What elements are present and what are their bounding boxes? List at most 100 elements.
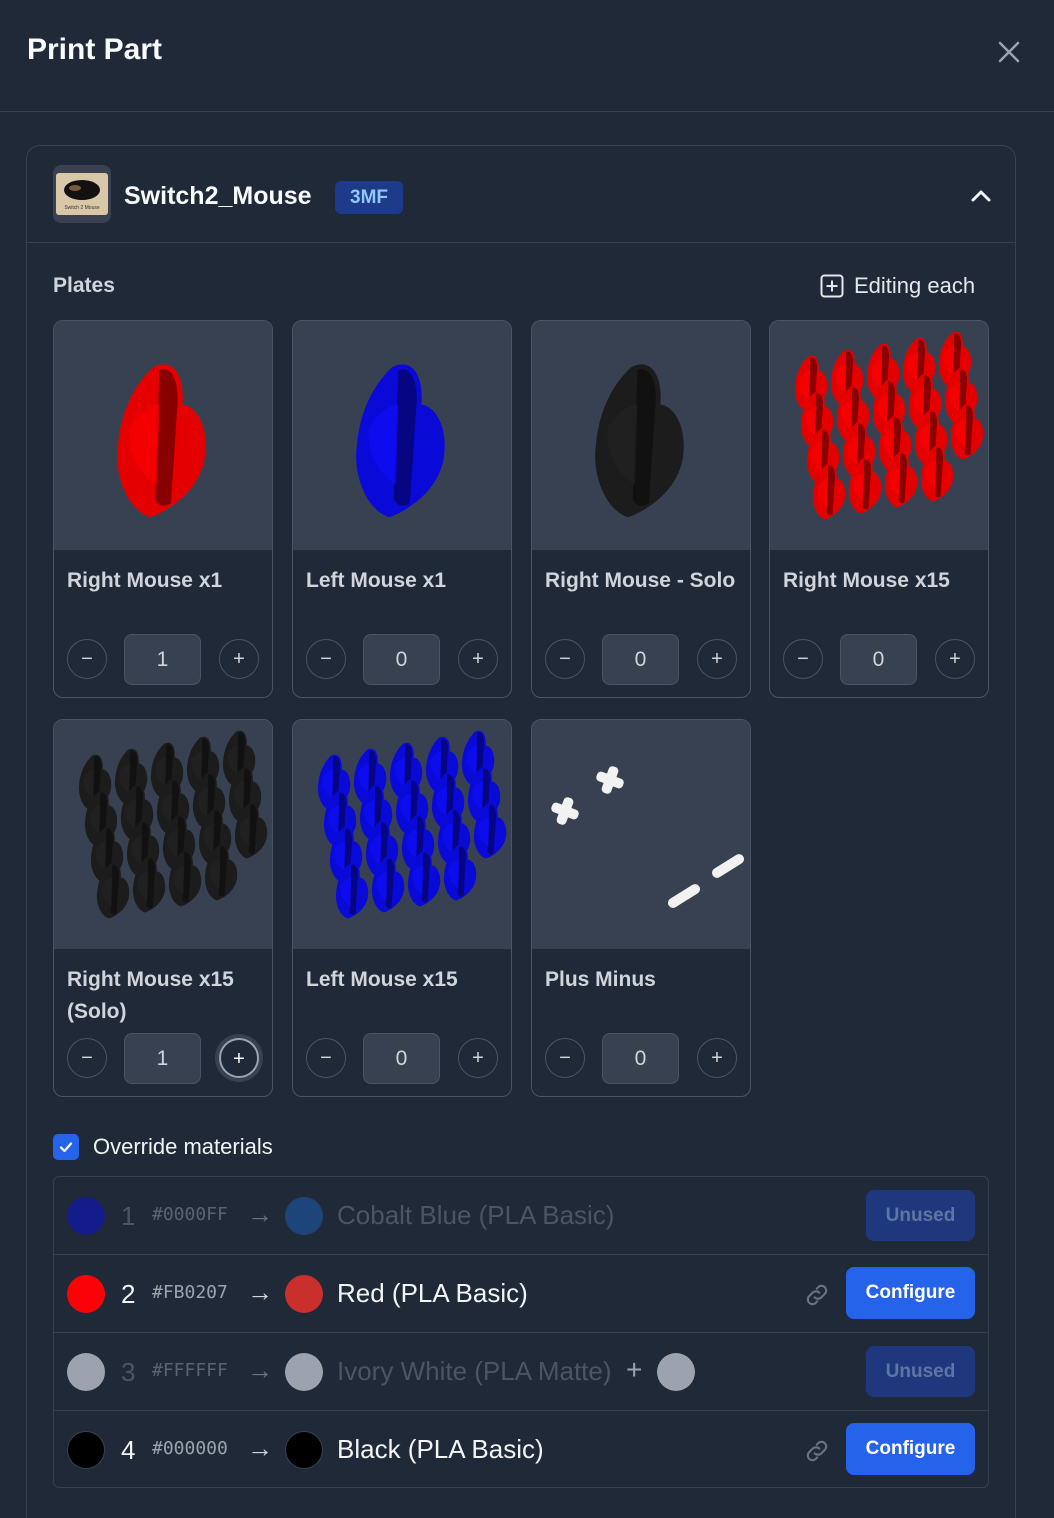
material-row: 2 #FB0207 → Red (PLA Basic) Configure xyxy=(54,1255,988,1333)
plate-card[interactable]: Right Mouse x15 (Solo) − 1 + xyxy=(53,719,273,1097)
plate-card[interactable]: Left Mouse x15 − 0 + xyxy=(292,719,512,1097)
plate-name: Right Mouse x15 (Solo) xyxy=(67,968,234,1023)
plate-name: Left Mouse x1 xyxy=(306,569,447,592)
quantity-input[interactable]: 0 xyxy=(602,1033,679,1084)
plus-square-icon xyxy=(820,274,844,298)
part-thumbnail: Switch 2 Mouse xyxy=(53,165,111,223)
increment-button[interactable]: + xyxy=(697,639,737,679)
material-name: Black (PLA Basic) xyxy=(337,1434,544,1464)
quantity-input[interactable]: 1 xyxy=(124,1033,201,1084)
dialog-header: Print Part xyxy=(0,0,1054,112)
increment-button[interactable]: + xyxy=(935,639,975,679)
thumbnail-caption: Switch 2 Mouse xyxy=(64,205,100,211)
model-mesh xyxy=(356,364,445,518)
material-name: Ivory White (PLA Matte) xyxy=(337,1356,612,1386)
configure-button[interactable]: Configure xyxy=(846,1267,975,1319)
arrow-right-icon: → xyxy=(247,1199,273,1229)
arrow-right-icon: → xyxy=(247,1355,273,1385)
plate-preview xyxy=(54,720,272,949)
plate-name: Plus Minus xyxy=(545,968,656,991)
target-color-swatch xyxy=(285,1197,323,1235)
material-index: 1 xyxy=(121,1201,136,1231)
chevron-up-icon[interactable] xyxy=(967,182,995,210)
material-hex: #000000 xyxy=(152,1438,228,1459)
decrement-button[interactable]: − xyxy=(545,1038,585,1078)
increment-button[interactable]: + xyxy=(219,639,259,679)
override-checkbox[interactable] xyxy=(53,1134,79,1160)
material-name: Red (PLA Basic) xyxy=(337,1278,528,1308)
format-badge: 3MF xyxy=(335,181,403,214)
plate-card[interactable]: Left Mouse x1 − 0 + xyxy=(292,320,512,698)
quantity-input[interactable]: 0 xyxy=(840,634,917,685)
quantity-input[interactable]: 1 xyxy=(124,634,201,685)
decrement-button[interactable]: − xyxy=(67,639,107,679)
plate-name: Right Mouse x1 xyxy=(67,569,223,592)
material-index: 2 xyxy=(121,1279,136,1309)
unused-button: Unused xyxy=(866,1346,975,1397)
source-color-swatch xyxy=(67,1275,105,1313)
plate-name: Left Mouse x15 xyxy=(306,968,458,991)
material-row: 3 #FFFFFF → Ivory White (PLA Matte) + Un… xyxy=(54,1333,988,1411)
target-color-swatch xyxy=(285,1353,323,1391)
increment-button[interactable]: + xyxy=(697,1038,737,1078)
material-hex: #FB0207 xyxy=(152,1282,228,1303)
editing-each-toggle[interactable]: Editing each xyxy=(820,272,975,300)
plate-card[interactable]: Right Mouse x1 − 1 + xyxy=(53,320,273,698)
material-row: 1 #0000FF → Cobalt Blue (PLA Basic) Unus… xyxy=(54,1177,988,1255)
material-index: 3 xyxy=(121,1357,136,1387)
decrement-button[interactable]: − xyxy=(67,1038,107,1078)
increment-button[interactable]: + xyxy=(458,639,498,679)
model-mesh xyxy=(117,364,206,518)
arrow-right-icon: → xyxy=(247,1433,273,1463)
materials-table: 1 #0000FF → Cobalt Blue (PLA Basic) Unus… xyxy=(53,1176,989,1488)
link-icon[interactable] xyxy=(803,1437,831,1465)
part-card-header[interactable]: Switch 2 Mouse Switch2_Mouse 3MF xyxy=(27,146,1015,243)
plate-preview xyxy=(770,321,988,550)
plate-card[interactable]: Right Mouse - Solo − 0 + xyxy=(531,320,751,698)
source-color-swatch xyxy=(67,1197,105,1235)
link-icon[interactable] xyxy=(803,1281,831,1309)
quantity-input[interactable]: 0 xyxy=(602,634,679,685)
source-color-swatch xyxy=(67,1353,105,1391)
override-materials[interactable]: Override materials xyxy=(53,1134,273,1160)
part-name: Switch2_Mouse xyxy=(124,182,312,210)
check-icon xyxy=(59,1142,73,1153)
dialog-title: Print Part xyxy=(27,33,163,66)
extra-color-swatch xyxy=(657,1353,695,1391)
plates-label: Plates xyxy=(53,274,115,297)
decrement-button[interactable]: − xyxy=(306,1038,346,1078)
plate-preview xyxy=(532,720,750,949)
increment-button[interactable]: + xyxy=(458,1038,498,1078)
material-hex: #FFFFFF xyxy=(152,1360,228,1381)
unused-button: Unused xyxy=(866,1190,975,1241)
quantity-input[interactable]: 0 xyxy=(363,1033,440,1084)
plate-preview xyxy=(54,321,272,550)
material-hex: #0000FF xyxy=(152,1204,228,1225)
plate-preview xyxy=(293,720,511,949)
editing-each-label: Editing each xyxy=(854,273,976,298)
plate-card[interactable]: Right Mouse x15 − 0 + xyxy=(769,320,989,698)
plus-icon: + xyxy=(626,1354,643,1385)
source-color-swatch xyxy=(67,1431,105,1469)
target-color-swatch xyxy=(285,1275,323,1313)
model-mesh xyxy=(551,766,745,908)
increment-button[interactable]: + xyxy=(219,1038,259,1078)
plate-preview xyxy=(293,321,511,550)
close-icon[interactable] xyxy=(993,36,1025,68)
model-mesh xyxy=(595,364,684,518)
decrement-button[interactable]: − xyxy=(545,639,585,679)
plate-name: Right Mouse - Solo xyxy=(545,569,736,592)
override-label: Override materials xyxy=(93,1134,273,1159)
material-row: 4 #000000 → Black (PLA Basic) Configure xyxy=(54,1411,988,1487)
plate-preview xyxy=(532,321,750,550)
material-index: 4 xyxy=(121,1435,136,1465)
part-card: Switch 2 Mouse Switch2_Mouse 3MF Plates … xyxy=(26,145,1016,1518)
configure-button[interactable]: Configure xyxy=(846,1423,975,1475)
plate-card[interactable]: Plus Minus − 0 + xyxy=(531,719,751,1097)
target-color-swatch xyxy=(285,1431,323,1469)
decrement-button[interactable]: − xyxy=(783,639,823,679)
decrement-button[interactable]: − xyxy=(306,639,346,679)
arrow-right-icon: → xyxy=(247,1277,273,1307)
quantity-input[interactable]: 0 xyxy=(363,634,440,685)
material-name: Cobalt Blue (PLA Basic) xyxy=(337,1200,615,1230)
